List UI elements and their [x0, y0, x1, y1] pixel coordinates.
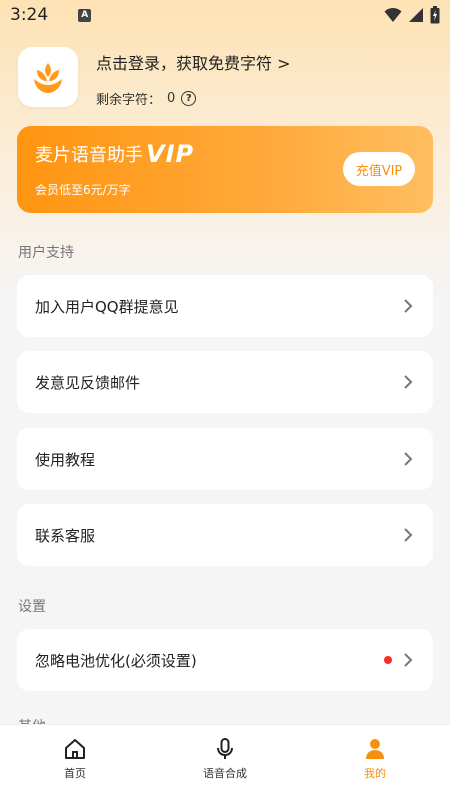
- list-item-tutorial[interactable]: 使用教程: [17, 428, 433, 490]
- bottom-tab-bar: 首页 语音合成 我的: [0, 724, 450, 801]
- list-item-label: 发意见反馈邮件: [35, 373, 141, 392]
- chevron-right-icon: [404, 452, 413, 466]
- remaining-label: 剩余字符：: [96, 93, 162, 108]
- section-title-settings: 设置: [18, 599, 46, 615]
- tab-label: 我的: [364, 767, 386, 780]
- list-item-contact-support[interactable]: 联系客服: [17, 504, 433, 566]
- section-title-support: 用户支持: [18, 245, 74, 261]
- list-item-label: 使用教程: [35, 450, 96, 469]
- profile-section: 点击登录，获取免费字符 > 剩余字符： 0 ?: [18, 47, 438, 111]
- home-icon: [65, 739, 85, 759]
- tab-mine[interactable]: 我的: [300, 725, 450, 801]
- tab-label: 首页: [64, 767, 86, 780]
- person-icon: [366, 739, 384, 759]
- list-item-feedback-email[interactable]: 发意见反馈邮件: [17, 351, 433, 413]
- remaining-characters: 剩余字符： 0 ?: [96, 89, 197, 108]
- list-item-join-qq-group[interactable]: 加入用户QQ群提意见: [17, 275, 433, 337]
- chevron-right-icon: [404, 375, 413, 389]
- vip-card[interactable]: 麦片语音助手 VIP 会员低至6元/万字 充值VIP: [17, 126, 433, 213]
- tab-speech-synthesis[interactable]: 语音合成: [150, 725, 300, 801]
- notification-dot: [384, 656, 392, 664]
- list-item-label: 联系客服: [35, 526, 96, 545]
- vip-subtitle: 会员低至6元/万字: [35, 183, 131, 197]
- status-time: 3:24: [10, 5, 49, 25]
- notification-icon: A: [78, 8, 92, 22]
- chevron-right-icon: [404, 528, 413, 542]
- list-item-label: 加入用户QQ群提意见: [35, 297, 179, 316]
- vip-badge: VIP: [146, 140, 195, 168]
- help-icon[interactable]: ?: [181, 91, 197, 106]
- list-item-label: 忽略电池优化(必须设置): [35, 651, 197, 670]
- wifi-icon: [384, 7, 402, 22]
- remaining-value: 0: [167, 91, 176, 106]
- chevron-right-icon: [404, 653, 413, 667]
- tab-label: 语音合成: [203, 767, 247, 780]
- cell-signal-icon: [409, 8, 423, 22]
- app-logo[interactable]: [18, 47, 78, 107]
- chevron-right-icon: [404, 299, 413, 313]
- microphone-icon: [217, 738, 233, 759]
- battery-icon: [430, 6, 440, 24]
- wheat-logo-icon: [34, 63, 62, 93]
- status-bar: 3:24 A: [0, 0, 450, 30]
- vip-title: 麦片语音助手 VIP: [35, 140, 194, 168]
- list-item-battery-optimization[interactable]: 忽略电池优化(必须设置): [17, 629, 433, 691]
- tab-home[interactable]: 首页: [0, 725, 150, 801]
- recharge-vip-button[interactable]: 充值VIP: [343, 152, 415, 186]
- login-link[interactable]: 点击登录，获取免费字符 >: [96, 50, 291, 74]
- vip-app-name: 麦片语音助手: [35, 145, 143, 166]
